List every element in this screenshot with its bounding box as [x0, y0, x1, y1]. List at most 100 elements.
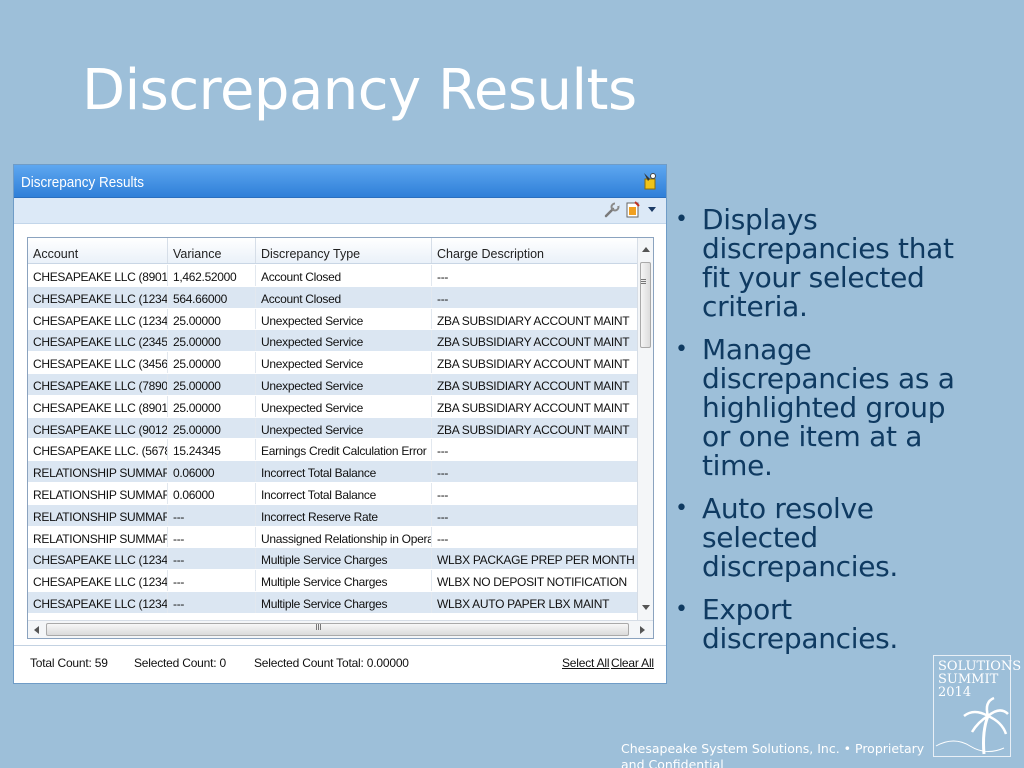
- clear-all-link[interactable]: Clear All: [611, 656, 654, 670]
- table-row[interactable]: CHESAPEAKE LLC (12345) 564.66000 Account C…: [28, 286, 638, 309]
- bullet-text: Export discrepancies.: [702, 593, 899, 655]
- horizontal-scroll-thumb[interactable]: [46, 623, 629, 636]
- bullet-dot-icon: •: [675, 337, 688, 362]
- dropdown-arrow-icon[interactable]: [648, 207, 656, 212]
- bullet-item: • Displays discrepancies that fit your se…: [675, 205, 975, 321]
- window-titlebar: Discrepancy Results: [14, 165, 666, 198]
- cell-variance: ---: [168, 504, 256, 526]
- select-all-link[interactable]: Select All: [562, 656, 610, 670]
- cell-discrepancy-type: Unexpected Service: [256, 417, 432, 439]
- scroll-left-arrow-icon[interactable]: [34, 626, 39, 634]
- table-row[interactable]: CHESAPEAKE LLC. (56789) 15.24345 Earnings …: [28, 439, 638, 462]
- table-row[interactable]: RELATIONSHIP SUMMARY...0.06000Incorrect …: [28, 482, 638, 505]
- discrepancy-grid: Account Variance Discrepancy Type Charge…: [27, 237, 654, 639]
- toolbar: [14, 198, 666, 224]
- cell-account: CHESAPEAKE LLC (89012): [28, 265, 168, 286]
- scroll-down-arrow-icon[interactable]: [642, 605, 650, 610]
- bullet-dot-icon: •: [675, 597, 688, 622]
- column-header-variance[interactable]: Variance: [168, 238, 256, 263]
- table-row[interactable]: RELATIONSHIP SUMMARY...0.06000Incorrect …: [28, 461, 638, 483]
- pin-icon[interactable]: [642, 172, 658, 190]
- cell-discrepancy-type: Unexpected Service: [256, 308, 432, 330]
- table-row[interactable]: CHESAPEAKE LLC (12345) --- Multiple Servic…: [28, 570, 638, 592]
- window-title: Discrepancy Results: [21, 174, 145, 191]
- table-row[interactable]: CHESAPEAKE LLC (89012) 1,462.52000 Account…: [28, 265, 638, 287]
- cell-discrepancy-type: Account Closed: [256, 286, 432, 308]
- bullet-text: Displays discrepancies that fit your sel…: [702, 203, 954, 323]
- cell-discrepancy-type: Incorrect Total Balance: [256, 461, 432, 482]
- cell-charge-description: WLBX NO DEPOSIT NOTIFICATION: [432, 570, 638, 591]
- cell-account: RELATIONSHIP SUMMARY...: [28, 461, 168, 482]
- bullet-item: • Export discrepancies.: [675, 595, 975, 653]
- cell-discrepancy-type: Earnings Credit Calculation Error: [256, 439, 432, 461]
- cell-account: CHESAPEAKE LLC (12345): [28, 286, 168, 308]
- cell-discrepancy-type: Unexpected Service: [256, 373, 432, 395]
- cell-discrepancy-type: Multiple Service Charges: [256, 591, 432, 613]
- cell-variance: ---: [168, 548, 256, 570]
- cell-variance: 25.00000: [168, 395, 256, 417]
- cell-variance: 25.00000: [168, 330, 256, 352]
- grid-header: Account Variance Discrepancy Type Charge…: [28, 238, 638, 264]
- cell-charge-description: ZBA SUBSIDIARY ACCOUNT MAINT: [432, 330, 638, 352]
- cell-charge-description: ---: [432, 461, 638, 482]
- table-row[interactable]: RELATIONSHIP SUMMARY...---Unassigned Rel…: [28, 526, 638, 549]
- column-header-discrepancy-type[interactable]: Discrepancy Type: [256, 238, 432, 263]
- cell-discrepancy-type: Unexpected Service: [256, 352, 432, 373]
- table-row[interactable]: CHESAPEAKE LLC (90123) 25.00000 Unexpected…: [28, 417, 638, 440]
- document-icon[interactable]: [624, 201, 642, 219]
- cell-account: CHESAPEAKE LLC (78901): [28, 373, 168, 395]
- horizontal-scrollbar[interactable]: [28, 620, 653, 638]
- bullet-dot-icon: •: [675, 496, 688, 521]
- cell-discrepancy-type: Unassigned Relationship in Opera...: [256, 526, 432, 548]
- grip-icon: [641, 279, 646, 280]
- cell-charge-description: ---: [432, 504, 638, 526]
- cell-charge-description: WLBX AUTO PAPER LBX MAINT: [432, 591, 638, 613]
- table-row[interactable]: CHESAPEAKE LLC (89012) 25.00000 Unexpected…: [28, 395, 638, 418]
- scroll-right-arrow-icon[interactable]: [640, 626, 645, 634]
- scroll-up-arrow-icon[interactable]: [642, 247, 650, 252]
- cell-account: CHESAPEAKE LLC (12345): [28, 570, 168, 591]
- cell-account: CHESAPEAKE LLC (89012): [28, 395, 168, 417]
- cell-account: CHESAPEAKE LLC (12345): [28, 591, 168, 613]
- table-row[interactable]: CHESAPEAKE LLC (12345) 25.00000 Unexpected…: [28, 308, 638, 331]
- cell-variance: ---: [168, 526, 256, 548]
- grip-icon: [316, 624, 317, 630]
- table-row[interactable]: CHESAPEAKE LLC (12345) --- Multiple Servic…: [28, 548, 638, 571]
- slide-title: Discrepancy Results: [82, 58, 637, 123]
- wrench-icon[interactable]: [603, 201, 621, 219]
- column-header-account[interactable]: Account: [28, 238, 168, 263]
- palm-tree-icon: [935, 696, 1009, 755]
- cell-discrepancy-type: Incorrect Reserve Rate: [256, 504, 432, 526]
- vertical-scrollbar[interactable]: [637, 238, 653, 620]
- cell-charge-description: ---: [432, 482, 638, 504]
- table-row[interactable]: CHESAPEAKE LLC (12345) --- Multiple Servic…: [28, 591, 638, 614]
- cell-variance: 0.06000: [168, 482, 256, 504]
- column-header-charge-description[interactable]: Charge Description: [432, 238, 638, 263]
- cell-discrepancy-type: Multiple Service Charges: [256, 548, 432, 570]
- grid-footer: Total Count: 59 Selected Count: 0 Select…: [14, 645, 666, 683]
- cell-discrepancy-type: Account Closed: [256, 265, 432, 286]
- table-row[interactable]: CHESAPEAKE LLC (23456) 25.00000 Unexpected…: [28, 330, 638, 353]
- table-row[interactable]: CHESAPEAKE LLC (34567) 25.00000 Unexpected…: [28, 352, 638, 374]
- selected-count: Selected Count: 0: [134, 656, 226, 670]
- cell-charge-description: ZBA SUBSIDIARY ACCOUNT MAINT: [432, 395, 638, 417]
- solutions-summit-logo: SOLUTIONS SUMMIT 2014: [933, 655, 1021, 757]
- cell-variance: 25.00000: [168, 352, 256, 373]
- cell-variance: 564.66000: [168, 286, 256, 308]
- cell-charge-description: ---: [432, 265, 638, 286]
- cell-discrepancy-type: Multiple Service Charges: [256, 570, 432, 591]
- vertical-scroll-thumb[interactable]: [640, 262, 651, 348]
- bullet-text: Auto resolve selected discrepancies.: [702, 492, 899, 583]
- cell-variance: ---: [168, 591, 256, 613]
- cell-charge-description: ZBA SUBSIDIARY ACCOUNT MAINT: [432, 352, 638, 373]
- table-row[interactable]: RELATIONSHIP SUMMARY...---Incorrect Rese…: [28, 504, 638, 527]
- cell-account: CHESAPEAKE LLC (12345): [28, 308, 168, 330]
- cell-discrepancy-type: Incorrect Total Balance: [256, 482, 432, 504]
- bullet-list: • Displays discrepancies that fit your se…: [675, 205, 975, 667]
- cell-discrepancy-type: Unexpected Service: [256, 395, 432, 417]
- cell-account: RELATIONSHIP SUMMARY...: [28, 482, 168, 504]
- copyright-footer: Chesapeake System Solutions, Inc. • Prop…: [621, 741, 925, 768]
- bullet-item: • Auto resolve selected discrepancies.: [675, 494, 975, 581]
- selected-count-total: Selected Count Total: 0.00000: [254, 656, 409, 670]
- table-row[interactable]: CHESAPEAKE LLC (78901) 25.00000 Unexpected…: [28, 373, 638, 396]
